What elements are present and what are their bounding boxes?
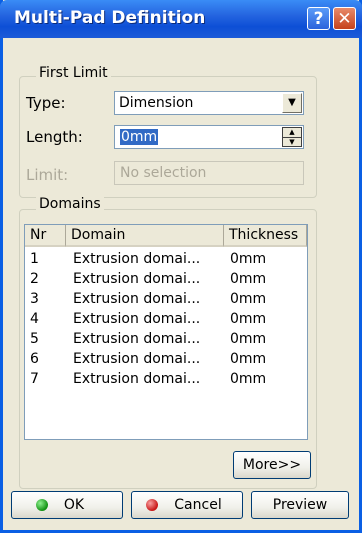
- close-icon: ✕: [337, 9, 352, 29]
- more-button[interactable]: More>>: [233, 451, 311, 479]
- cancel-label: Cancel: [174, 497, 222, 513]
- table-row[interactable]: 2 Extrusion domai... 0mm: [25, 269, 307, 289]
- table-row[interactable]: 5 Extrusion domai... 0mm: [25, 329, 307, 349]
- domains-table[interactable]: Nr Domain Thickness 1 Extrusion domai...…: [24, 224, 308, 440]
- close-button[interactable]: ✕: [333, 7, 356, 30]
- cancel-icon: [146, 499, 158, 511]
- table-row[interactable]: 4 Extrusion domai... 0mm: [25, 309, 307, 329]
- table-row[interactable]: 3 Extrusion domai... 0mm: [25, 289, 307, 309]
- row-thickness: 0mm: [230, 271, 267, 287]
- preview-button[interactable]: Preview: [251, 491, 349, 519]
- table-row[interactable]: 7 Extrusion domai... 0mm: [25, 369, 307, 389]
- limit-value: No selection: [120, 165, 207, 181]
- row-nr: 6: [30, 351, 39, 367]
- type-value: Dimension: [119, 95, 194, 111]
- column-header-thickness[interactable]: Thickness: [224, 225, 307, 247]
- type-dropdown[interactable]: Dimension ▼: [114, 91, 304, 115]
- ok-button[interactable]: OK: [11, 491, 123, 519]
- row-domain: Extrusion domai...: [73, 311, 201, 327]
- row-thickness: 0mm: [230, 351, 267, 367]
- column-header-domain[interactable]: Domain: [66, 225, 224, 247]
- length-spinner[interactable]: 0mm ▲ ▼: [114, 125, 304, 149]
- help-icon: ?: [313, 9, 324, 29]
- chevron-down-icon[interactable]: ▼: [282, 93, 302, 113]
- domains-legend: Domains: [36, 196, 104, 212]
- row-thickness: 0mm: [230, 251, 267, 267]
- row-domain: Extrusion domai...: [73, 371, 201, 387]
- row-nr: 4: [30, 311, 39, 327]
- cancel-button[interactable]: Cancel: [131, 491, 243, 519]
- row-domain: Extrusion domai...: [73, 271, 201, 287]
- row-nr: 3: [30, 291, 39, 307]
- row-domain: Extrusion domai...: [73, 251, 201, 267]
- row-domain: Extrusion domai...: [73, 291, 201, 307]
- row-domain: Extrusion domai...: [73, 351, 201, 367]
- window-title: Multi-Pad Definition: [14, 8, 206, 28]
- row-domain: Extrusion domai...: [73, 331, 201, 347]
- row-nr: 5: [30, 331, 39, 347]
- length-label: Length:: [26, 128, 83, 146]
- row-thickness: 0mm: [230, 331, 267, 347]
- spin-down-icon[interactable]: ▼: [283, 138, 301, 147]
- title-bar[interactable]: Multi-Pad Definition ? ✕: [0, 0, 362, 38]
- type-label: Type:: [26, 94, 66, 112]
- row-thickness: 0mm: [230, 371, 267, 387]
- row-thickness: 0mm: [230, 291, 267, 307]
- table-row[interactable]: 1 Extrusion domai... 0mm: [25, 249, 307, 269]
- spin-up-icon[interactable]: ▲: [283, 128, 301, 138]
- limit-label: Limit:: [26, 166, 69, 184]
- ok-icon: [36, 499, 48, 511]
- ok-label: OK: [63, 497, 85, 513]
- row-nr: 7: [30, 371, 39, 387]
- first-limit-legend: First Limit: [36, 65, 111, 81]
- help-button[interactable]: ?: [307, 7, 330, 30]
- column-header-nr[interactable]: Nr: [25, 225, 66, 247]
- table-row[interactable]: 6 Extrusion domai... 0mm: [25, 349, 307, 369]
- row-nr: 2: [30, 271, 39, 287]
- row-nr: 1: [30, 251, 39, 267]
- row-thickness: 0mm: [230, 311, 267, 327]
- length-value[interactable]: 0mm: [120, 129, 159, 145]
- spinner-buttons[interactable]: ▲ ▼: [282, 127, 302, 147]
- limit-field: No selection: [114, 161, 304, 185]
